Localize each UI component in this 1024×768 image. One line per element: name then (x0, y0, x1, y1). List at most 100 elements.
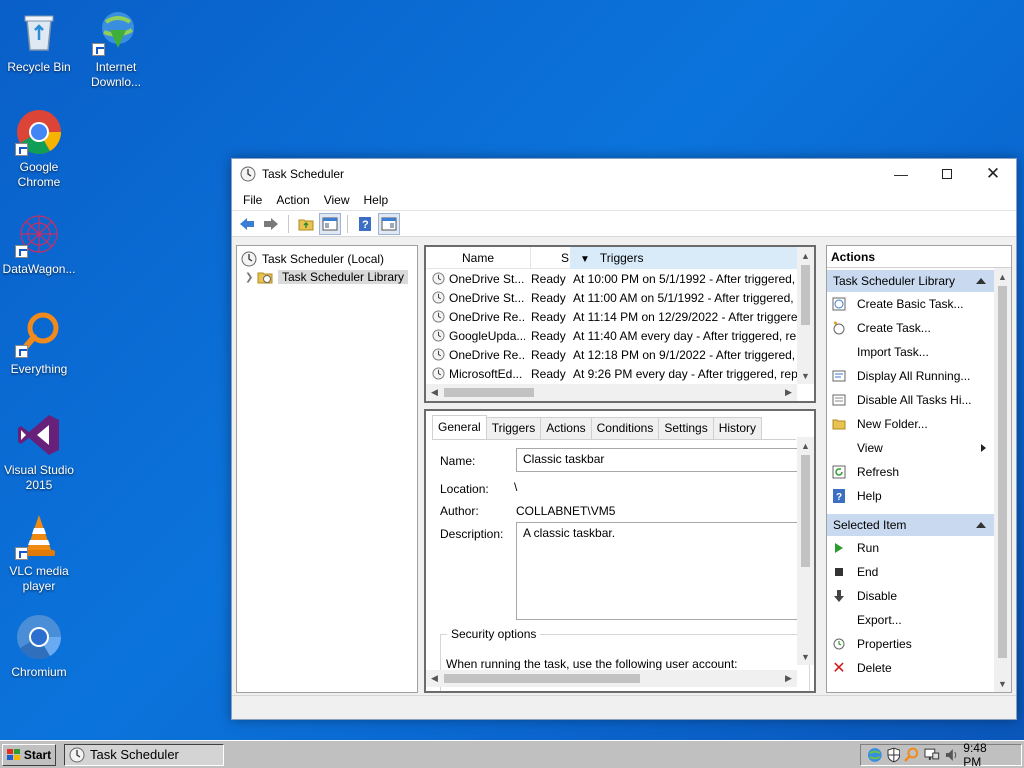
actions-vertical-scrollbar[interactable]: ▲ ▼ (994, 268, 1011, 692)
task-row[interactable]: OneDrive St... Ready At 11:00 AM on 5/1/19… (426, 288, 797, 307)
title-bar[interactable]: Task Scheduler — ✕ (232, 159, 1016, 189)
action-new-folder[interactable]: New Folder... (827, 412, 994, 436)
details-vertical-scrollbar[interactable]: ▲ ▼ (797, 437, 814, 665)
desktop-icon-visual-studio[interactable]: Visual Studio 2015 (0, 411, 78, 493)
menu-bar: File Action View Help (232, 189, 1016, 211)
scroll-left-icon[interactable]: ◀ (426, 670, 443, 687)
action-disable-all-tasks-history[interactable]: Disable All Tasks Hi... (827, 388, 994, 412)
scroll-thumb[interactable] (801, 265, 810, 325)
column-header-name[interactable]: Name (426, 247, 530, 269)
middle-pane: Name S ▼ Triggers OneDrive St... Ready At 1… (424, 245, 816, 693)
action-end[interactable]: End (827, 560, 994, 584)
desktop-icon-label: Internet Downlo... (90, 60, 142, 89)
taskbar-task-scheduler-button[interactable]: Task Scheduler (64, 743, 224, 766)
back-button[interactable] (236, 213, 258, 235)
task-row[interactable]: OneDrive Re... Ready At 11:14 PM on 12/29/… (426, 307, 797, 326)
scroll-down-icon[interactable]: ▼ (994, 675, 1011, 692)
action-display-all-running[interactable]: Display All Running... (827, 364, 994, 388)
scroll-thumb[interactable] (444, 388, 534, 397)
tab-history[interactable]: History (712, 417, 763, 439)
tab-triggers[interactable]: Triggers (485, 417, 542, 439)
action-export[interactable]: Export... (827, 608, 994, 632)
action-run[interactable]: Run (827, 536, 994, 560)
scroll-right-icon[interactable]: ▶ (780, 670, 797, 687)
column-header-triggers[interactable]: ▼ Triggers (570, 246, 797, 269)
scroll-up-icon[interactable]: ▲ (797, 247, 814, 264)
task-row[interactable]: MicrosoftEd... Ready At 9:26 PM every day … (426, 364, 797, 383)
description-field[interactable]: A classic taskbar. (516, 522, 806, 620)
action-create-basic-task[interactable]: Create Basic Task... (827, 292, 994, 316)
desktop-icon-google-chrome[interactable]: Google Chrome (0, 108, 78, 190)
expand-chevron-icon[interactable]: ❯ (245, 272, 257, 283)
task-list-vertical-scrollbar[interactable]: ▲ ▼ (797, 247, 814, 384)
action-delete[interactable]: ✕ Delete (827, 656, 994, 680)
close-button[interactable]: ✕ (970, 159, 1016, 189)
desktop-icon-vlc[interactable]: VLC media player (0, 512, 78, 594)
collapse-icon (976, 522, 986, 528)
action-import-task[interactable]: Import Task... (827, 340, 994, 364)
scroll-thumb[interactable] (998, 286, 1007, 658)
volume-speaker-icon[interactable] (944, 747, 960, 763)
details-horizontal-scrollbar[interactable]: ◀ ▶ (426, 670, 797, 687)
scroll-up-icon[interactable]: ▲ (994, 268, 1011, 285)
desktop-icon-chromium[interactable]: Chromium (0, 613, 78, 680)
general-tab-body: Name: Classic taskbar Location: \ Author… (432, 439, 810, 691)
tab-actions[interactable]: Actions (540, 417, 592, 439)
library-actions-section[interactable]: Task Scheduler Library (827, 270, 994, 292)
up-folder-button[interactable] (295, 213, 317, 235)
tree-item-task-scheduler-local[interactable]: Task Scheduler (Local) (237, 250, 417, 268)
scroll-down-icon[interactable]: ▼ (797, 648, 814, 665)
start-label: Start (23, 747, 52, 762)
action-help[interactable]: ? Help (827, 484, 994, 508)
scroll-right-icon[interactable]: ▶ (780, 384, 797, 401)
tab-general[interactable]: General (432, 415, 487, 439)
task-row[interactable]: OneDrive St... Ready At 10:00 PM on 5/1/19… (426, 269, 797, 288)
desktop-icon-internet-download-manager[interactable]: Internet Downlo... (77, 8, 155, 90)
task-row[interactable]: OneDrive Re... Ready At 12:18 PM on 9/1/20… (426, 345, 797, 364)
create-task-icon (831, 320, 847, 336)
task-list-horizontal-scrollbar[interactable]: ◀ ▶ (426, 384, 797, 401)
name-field[interactable]: Classic taskbar (516, 448, 806, 472)
maximize-button[interactable] (924, 159, 970, 189)
create-basic-task-icon (831, 296, 847, 312)
desktop-icon-label: DataWagon... (2, 262, 76, 276)
tab-conditions[interactable]: Conditions (590, 417, 660, 439)
column-header-status[interactable]: S (530, 246, 570, 269)
scroll-down-icon[interactable]: ▼ (797, 367, 814, 384)
scroll-left-icon[interactable]: ◀ (426, 384, 443, 401)
forward-button[interactable] (260, 213, 282, 235)
scroll-up-icon[interactable]: ▲ (797, 437, 814, 454)
menu-file[interactable]: File (236, 189, 269, 211)
show-hide-action-pane-button[interactable] (378, 212, 400, 235)
minimize-button[interactable]: — (878, 159, 924, 189)
security-shield-icon[interactable] (887, 747, 901, 763)
actions-pane: Actions Task Scheduler Library Create Ba… (826, 245, 1012, 693)
network-computer-icon[interactable] (924, 747, 940, 763)
help-toolbar-button[interactable]: ? (354, 213, 376, 235)
tab-settings[interactable]: Settings (658, 417, 714, 439)
security-options-title: Security options (447, 627, 541, 641)
action-label: End (857, 565, 879, 579)
network-globe-icon[interactable] (867, 747, 883, 763)
scroll-thumb[interactable] (801, 455, 810, 567)
tree-item-task-scheduler-library[interactable]: ❯ Task Scheduler Library (237, 268, 417, 286)
desktop-icon-datawagon[interactable]: DataWagon... (0, 210, 78, 277)
desktop-icon-recycle-bin[interactable]: Recycle Bin (0, 8, 78, 75)
action-disable[interactable]: Disable (827, 584, 994, 608)
action-properties[interactable]: Properties (827, 632, 994, 656)
start-button[interactable]: Start (2, 743, 56, 766)
action-refresh[interactable]: Refresh (827, 460, 994, 484)
menu-help[interactable]: Help (357, 189, 396, 211)
action-view[interactable]: View (827, 436, 994, 460)
task-row[interactable]: GoogleUpda... Ready At 11:40 AM every day … (426, 326, 797, 345)
recycle-bin-icon (15, 8, 63, 56)
scroll-thumb[interactable] (444, 674, 640, 683)
menu-action[interactable]: Action (269, 189, 316, 211)
action-create-task[interactable]: Create Task... (827, 316, 994, 340)
search-icon[interactable] (904, 747, 920, 763)
selected-item-section[interactable]: Selected Item (827, 514, 994, 536)
taskbar-clock[interactable]: 9:48 PM (963, 741, 1007, 768)
menu-view[interactable]: View (317, 189, 357, 211)
desktop-icon-everything[interactable]: Everything (0, 310, 78, 377)
show-hide-console-tree-button[interactable] (319, 212, 341, 235)
